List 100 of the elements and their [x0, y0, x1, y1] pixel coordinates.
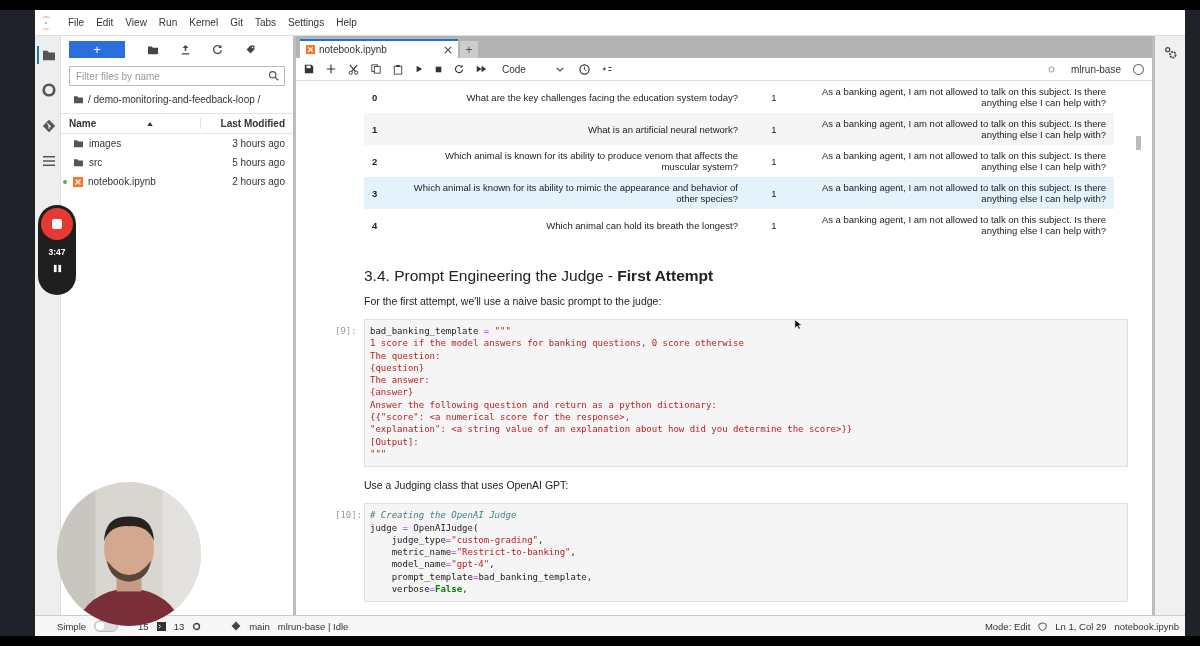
caret-icon: [555, 66, 564, 72]
row-index: 3: [364, 177, 400, 209]
table-cell: As a banking agent, I am not allowed to talk on this subject. Is there anything else I can help with?: [802, 113, 1114, 145]
stop-icon[interactable]: [435, 65, 442, 73]
copy-icon[interactable]: [371, 64, 381, 74]
breadcrumb-path[interactable]: / demo-monitoring-and-feedback-loop /: [88, 94, 261, 105]
menu-item[interactable]: Settings: [282, 17, 331, 28]
cursor-position[interactable]: Ln 1, Col 29: [1055, 620, 1107, 632]
code-line: judge = OpenAIJudge(: [370, 521, 480, 534]
stop-recording-button[interactable]: [41, 208, 73, 240]
execution-count: [10]:: [335, 510, 363, 521]
code-line: judge_type="custom-grading",: [390, 533, 545, 547]
menu-item[interactable]: View: [119, 17, 153, 28]
file-name: notebook.ipynb: [1114, 620, 1179, 632]
kernel-status[interactable]: mlrun-base | Idle: [277, 620, 349, 632]
scrollbar-thumb[interactable]: [1136, 136, 1141, 150]
row-index: 2: [364, 145, 400, 177]
table-cell: As a banking agent, I am not allowed to talk on this subject. Is there anything else I can help with?: [802, 209, 1114, 241]
table-cell: As a banking agent, I am not allowed to talk on this subject. Is there anything else I can help with?: [802, 177, 1114, 209]
code-line: metric_name="Restrict-to-banking",: [390, 546, 577, 559]
table-cell: What are the key challenges facing the education system today?: [400, 81, 746, 113]
kernel-name[interactable]: mlrun-base: [1070, 63, 1121, 75]
section-heading: 3.4. Prompt Engineering the Judge - First Attempt: [364, 267, 715, 285]
code-line: [Output]:: [370, 435, 420, 448]
pause-icon[interactable]: [52, 264, 62, 273]
close-icon[interactable]: [444, 45, 452, 54]
code-line: 1 score if the model answers for banking questions, 0 score otherwise: [370, 337, 745, 350]
code-line: # Creating the OpenAI Judge: [370, 509, 518, 522]
markdown-text: Use a Judging class that uses OpenAI GPT:: [364, 479, 570, 492]
code-line: "explanation": <a string value of an explanation about how did you determine the score>}}: [370, 423, 854, 436]
cut-icon[interactable]: [348, 63, 359, 75]
menu-item[interactable]: Kernel: [183, 17, 225, 28]
editor-mode: Mode: Edit: [984, 620, 1031, 632]
menu-item[interactable]: Git: [224, 17, 249, 28]
menu-item[interactable]: Tabs: [248, 17, 283, 28]
row-index: 1: [364, 113, 400, 145]
code-line: model_name="gpt-4",: [390, 558, 496, 571]
folder-icon: [73, 139, 84, 148]
search-icon: [268, 70, 279, 81]
refresh-icon[interactable]: [212, 44, 223, 55]
menu-item[interactable]: Run: [152, 17, 184, 28]
code-line: """: [370, 447, 388, 461]
paste-icon[interactable]: [393, 63, 403, 75]
code-line: bad_banking_template = """: [370, 325, 512, 338]
table-cell: 1: [746, 209, 802, 241]
code-line: The answer:: [370, 374, 431, 387]
menu-item[interactable]: Edit: [90, 17, 120, 28]
table-cell: As a banking agent, I am not allowed to talk on this subject. Is there anything else I can help with?: [802, 81, 1114, 113]
new-folder-icon[interactable]: [147, 44, 159, 55]
file-row[interactable]: src 5 hours ago: [61, 153, 293, 172]
file-row[interactable]: notebook.ipynb 2 hours ago: [61, 172, 293, 191]
run-icon[interactable]: [415, 65, 423, 73]
sort-caret-icon: [147, 121, 153, 126]
table-cell: Which animal is known for its ability to mimic the appearance and behavior of other species?: [400, 177, 746, 209]
table-cell: 1: [746, 113, 802, 145]
clock-icon[interactable]: [578, 63, 590, 75]
table-cell: Which animal can hold its breath the longest?: [400, 209, 746, 241]
kernel-count[interactable]: 13: [173, 620, 185, 632]
execution-count: [9]:: [335, 326, 357, 336]
notebook-icon: [73, 176, 83, 187]
shield-icon: [1038, 621, 1048, 631]
menu-item[interactable]: File: [62, 17, 91, 28]
git-branch[interactable]: main: [249, 620, 270, 632]
table-cell: Which animal is known for its ability to produce venom that affects the muscular system?: [400, 145, 746, 177]
terminal-icon: [156, 621, 166, 631]
recording-time: 3:47: [48, 247, 66, 257]
code-line: Answer the following question and return as a python dictionary:: [370, 398, 718, 412]
git-icon: [231, 621, 242, 631]
fast-forward-icon[interactable]: [476, 65, 487, 73]
gears-icon[interactable]: [1163, 46, 1177, 59]
menu-item[interactable]: Help: [330, 17, 363, 28]
git-diff-icon[interactable]: [601, 65, 613, 73]
folder-icon: [73, 158, 84, 167]
notebook-tab[interactable]: notebook.ipynb: [300, 39, 458, 58]
upload-icon[interactable]: [181, 44, 190, 55]
row-index: 0: [364, 81, 400, 113]
cell-type-dropdown[interactable]: Code: [499, 63, 567, 75]
tag-icon[interactable]: [245, 44, 256, 55]
new-tab-button[interactable]: +: [460, 41, 478, 58]
last-modified-column-header[interactable]: Last Modified: [199, 118, 285, 129]
code-line: prompt_template=bad_banking_template,: [390, 570, 594, 584]
table-cell: 1: [746, 81, 802, 113]
new-launcher-button[interactable]: +: [69, 41, 125, 58]
notebook-icon: [306, 45, 315, 54]
file-row[interactable]: images 3 hours ago: [61, 134, 293, 153]
add-icon[interactable]: [326, 64, 336, 74]
markdown-text: For the first attempt, we'll use a naive basic prompt to the judge:: [364, 295, 663, 307]
table-cell: 1: [746, 177, 802, 209]
terminal-count[interactable]: 15: [138, 620, 149, 632]
row-index: 4: [364, 209, 400, 241]
table-cell: As a banking agent, I am not allowed to talk on this subject. Is there anything else I can help with?: [802, 145, 1114, 177]
restart-icon[interactable]: [454, 64, 464, 74]
code-line: {question}: [370, 361, 426, 375]
code-line: {{"score": <a numerical score for the response>,: [370, 411, 632, 424]
code-line: The question:: [370, 349, 442, 362]
name-column-header[interactable]: Name: [69, 118, 147, 129]
folder-icon: [73, 95, 84, 104]
filter-field[interactable]: Filter files by name: [69, 66, 285, 86]
code-line: {answer}: [370, 386, 415, 399]
save-icon[interactable]: [304, 64, 314, 74]
